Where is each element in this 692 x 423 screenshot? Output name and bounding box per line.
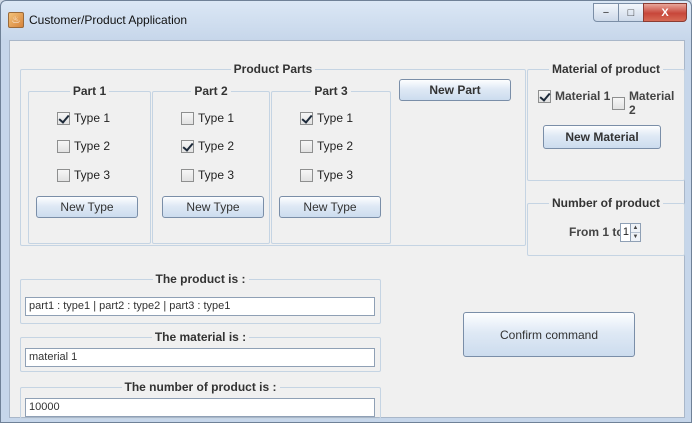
material-title: Material of product [548, 62, 663, 76]
material-1-checkbox[interactable]: Material 1 [538, 89, 610, 103]
part-2-new-type-button[interactable]: New Type [162, 196, 264, 218]
number-summary-title: The number of product is : [121, 380, 280, 394]
close-button[interactable]: X [643, 3, 687, 22]
material-group: Material of product Material 1 Material … [527, 62, 685, 181]
checkbox-icon [300, 111, 313, 125]
number-summary-field[interactable]: 10000 [25, 398, 375, 417]
part-3-group: Part 3 Type 1 Type 2 Type 3 New Type [271, 84, 391, 244]
number-summary-group: The number of product is : 10000 [20, 380, 381, 419]
part-2-type-3-checkbox[interactable]: Type 3 [181, 168, 234, 182]
checkbox-icon [181, 111, 194, 125]
window-title: Customer/Product Application [29, 13, 188, 27]
confirm-command-button[interactable]: Confirm command [463, 312, 635, 357]
product-summary-title: The product is : [152, 272, 249, 286]
part-1-type-3-checkbox[interactable]: Type 3 [57, 168, 110, 182]
number-spinner[interactable]: 1 ▲ ▼ [620, 223, 641, 242]
part-3-type-3-checkbox[interactable]: Type 3 [300, 168, 353, 182]
java-app-icon: ♨ [8, 12, 24, 28]
part-1-group: Part 1 Type 1 Type 2 Type 3 New Type [28, 84, 151, 244]
part-1-title: Part 1 [69, 84, 110, 98]
window-controls: − □ X [593, 3, 687, 22]
part-1-type-2-checkbox[interactable]: Type 2 [57, 139, 110, 153]
content-pane: Product Parts Part 1 Type 1 Type 2 Type … [9, 40, 685, 419]
part-3-type-1-checkbox[interactable]: Type 1 [300, 111, 353, 125]
checkbox-icon [181, 139, 194, 153]
material-2-checkbox[interactable]: Material 2 [612, 89, 684, 117]
checkbox-icon [612, 96, 625, 110]
part-3-title: Part 3 [311, 84, 351, 98]
checkbox-icon [181, 168, 194, 182]
app-window: ♨ Customer/Product Application − □ X Pro… [0, 0, 692, 423]
part-3-type-2-checkbox[interactable]: Type 2 [300, 139, 353, 153]
checkbox-icon [57, 111, 70, 125]
new-material-button[interactable]: New Material [543, 125, 661, 149]
material-summary-group: The material is : material 1 [20, 330, 381, 372]
part-2-type-2-checkbox[interactable]: Type 2 [181, 139, 234, 153]
checkbox-icon [57, 168, 70, 182]
product-parts-title: Product Parts [230, 62, 316, 76]
spinner-down-icon[interactable]: ▼ [631, 233, 640, 241]
part-2-title: Part 2 [191, 84, 231, 98]
part-1-new-type-button[interactable]: New Type [36, 196, 138, 218]
title-bar[interactable]: ♨ Customer/Product Application − □ X [1, 1, 691, 39]
new-part-button[interactable]: New Part [399, 79, 511, 101]
number-title: Number of product [549, 196, 663, 210]
checkbox-icon [300, 168, 313, 182]
product-summary-field[interactable]: part1 : type1 | part2 : type2 | part3 : … [25, 297, 375, 316]
spinner-up-icon[interactable]: ▲ [631, 224, 640, 233]
material-summary-field[interactable]: material 1 [25, 348, 375, 367]
part-3-new-type-button[interactable]: New Type [279, 196, 381, 218]
product-parts-group: Product Parts Part 1 Type 1 Type 2 Type … [20, 62, 526, 246]
checkbox-icon [57, 139, 70, 153]
material-summary-title: The material is : [151, 330, 250, 344]
part-2-group: Part 2 Type 1 Type 2 Type 3 New Type [152, 84, 270, 244]
spinner-value[interactable]: 1 [620, 223, 630, 242]
checkbox-icon [538, 89, 551, 103]
number-prefix-label: From 1 to [569, 225, 624, 239]
part-1-type-1-checkbox[interactable]: Type 1 [57, 111, 110, 125]
number-group: Number of product From 1 to 1 ▲ ▼ [527, 196, 685, 256]
minimize-button[interactable]: − [593, 3, 619, 22]
part-2-type-1-checkbox[interactable]: Type 1 [181, 111, 234, 125]
maximize-button[interactable]: □ [618, 3, 644, 22]
product-summary-group: The product is : part1 : type1 | part2 :… [20, 272, 381, 324]
checkbox-icon [300, 139, 313, 153]
